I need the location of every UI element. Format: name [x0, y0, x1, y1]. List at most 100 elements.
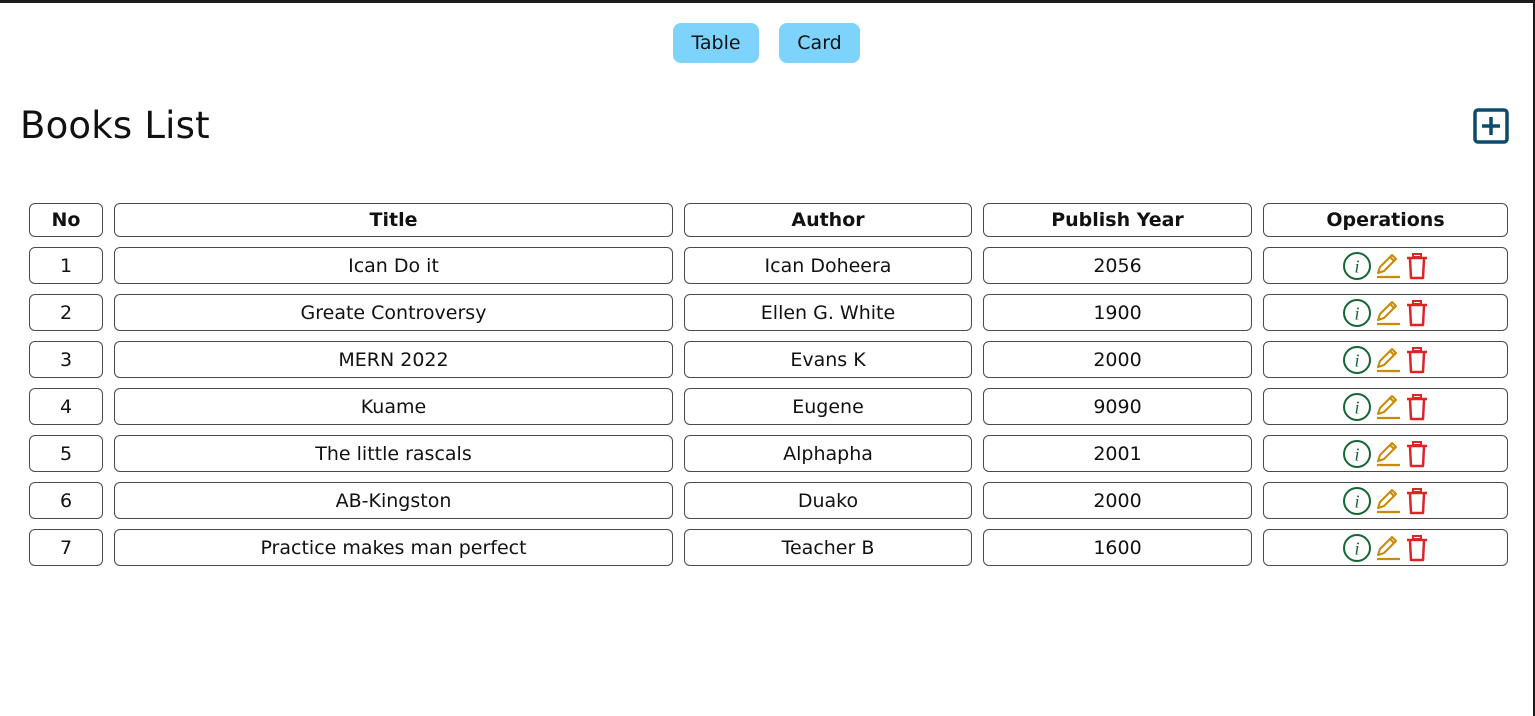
table-header-row: No Title Author Publish Year Operations	[29, 203, 1508, 237]
table-row: 1 Ican Do it Ican Doheera 2056 i	[29, 247, 1508, 284]
operations-group: i	[1264, 298, 1507, 328]
plus-square-icon	[1473, 108, 1509, 144]
pencil-icon	[1376, 300, 1400, 325]
card-view-button[interactable]: Card	[779, 23, 860, 63]
table-row: 7 Practice makes man perfect Teacher B 1600…	[29, 529, 1508, 566]
trash-icon	[1406, 252, 1427, 279]
operations-group: i	[1264, 439, 1507, 469]
edit-book-button[interactable]	[1374, 533, 1402, 563]
edit-book-button[interactable]	[1374, 298, 1402, 328]
info-circle-icon: i	[1342, 298, 1371, 327]
cell-operations: i	[1263, 482, 1508, 519]
edit-book-button[interactable]	[1374, 251, 1402, 281]
cell-operations: i	[1263, 529, 1508, 566]
cell-no: 5	[29, 435, 103, 472]
operations-group: i	[1264, 533, 1507, 563]
info-circle-icon: i	[1342, 392, 1371, 421]
delete-book-button[interactable]	[1404, 298, 1430, 328]
header-author: Author	[684, 203, 972, 237]
show-details-button[interactable]: i	[1342, 486, 1372, 516]
cell-operations: i	[1263, 294, 1508, 331]
header-operations: Operations	[1263, 203, 1508, 237]
info-circle-icon: i	[1342, 533, 1371, 562]
cell-title: Ican Do it	[114, 247, 673, 284]
edit-book-button[interactable]	[1374, 392, 1402, 422]
delete-book-button[interactable]	[1404, 345, 1430, 375]
operations-group: i	[1264, 345, 1507, 375]
operations-group: i	[1264, 392, 1507, 422]
pencil-icon	[1376, 535, 1400, 560]
cell-publish-year: 2000	[983, 341, 1252, 378]
cell-title: AB-Kingston	[114, 482, 673, 519]
cell-operations: i	[1263, 435, 1508, 472]
header-no: No	[29, 203, 103, 237]
books-table: No Title Author Publish Year Operations …	[18, 193, 1519, 576]
delete-book-button[interactable]	[1404, 439, 1430, 469]
cell-author: Duako	[684, 482, 972, 519]
trash-icon	[1406, 393, 1427, 420]
svg-text:i: i	[1354, 397, 1359, 417]
pencil-icon	[1376, 253, 1400, 278]
cell-title: Practice makes man perfect	[114, 529, 673, 566]
show-details-button[interactable]: i	[1342, 251, 1372, 281]
header-title: Title	[114, 203, 673, 237]
cell-no: 3	[29, 341, 103, 378]
table-row: 5 The little rascals Alphapha 2001 i	[29, 435, 1508, 472]
cell-operations: i	[1263, 388, 1508, 425]
header-publish-year: Publish Year	[983, 203, 1252, 237]
show-details-button[interactable]: i	[1342, 439, 1372, 469]
cell-no: 1	[29, 247, 103, 284]
cell-no: 2	[29, 294, 103, 331]
info-circle-icon: i	[1342, 439, 1371, 468]
show-details-button[interactable]: i	[1342, 533, 1372, 563]
cell-author: Ellen G. White	[684, 294, 972, 331]
top-border	[0, 0, 1535, 3]
edit-book-button[interactable]	[1374, 345, 1402, 375]
table-row: 2 Greate Controversy Ellen G. White 1900 i	[29, 294, 1508, 331]
edit-book-button[interactable]	[1374, 486, 1402, 516]
cell-publish-year: 1600	[983, 529, 1252, 566]
cell-no: 7	[29, 529, 103, 566]
table-row: 3 MERN 2022 Evans K 2000 i	[29, 341, 1508, 378]
pencil-icon	[1376, 347, 1400, 372]
add-book-button[interactable]	[1473, 108, 1509, 144]
cell-title: Kuame	[114, 388, 673, 425]
cell-publish-year: 2000	[983, 482, 1252, 519]
trash-icon	[1406, 440, 1427, 467]
delete-book-button[interactable]	[1404, 392, 1430, 422]
pencil-icon	[1376, 488, 1400, 513]
cell-author: Teacher B	[684, 529, 972, 566]
edit-book-button[interactable]	[1374, 439, 1402, 469]
operations-group: i	[1264, 486, 1507, 516]
operations-group: i	[1264, 251, 1507, 281]
cell-author: Eugene	[684, 388, 972, 425]
svg-text:i: i	[1354, 350, 1359, 370]
page-title: Books List	[20, 104, 210, 147]
show-details-button[interactable]: i	[1342, 298, 1372, 328]
delete-book-button[interactable]	[1404, 251, 1430, 281]
cell-author: Alphapha	[684, 435, 972, 472]
cell-author: Evans K	[684, 341, 972, 378]
table-row: 4 Kuame Eugene 9090 i	[29, 388, 1508, 425]
delete-book-button[interactable]	[1404, 486, 1430, 516]
cell-author: Ican Doheera	[684, 247, 972, 284]
view-toggle: Table Card	[673, 23, 860, 63]
cell-no: 4	[29, 388, 103, 425]
cell-operations: i	[1263, 341, 1508, 378]
trash-icon	[1406, 299, 1427, 326]
svg-text:i: i	[1354, 256, 1359, 276]
svg-text:i: i	[1354, 303, 1359, 323]
cell-title: Greate Controversy	[114, 294, 673, 331]
cell-publish-year: 1900	[983, 294, 1252, 331]
cell-title: MERN 2022	[114, 341, 673, 378]
table-view-button[interactable]: Table	[673, 23, 759, 63]
trash-icon	[1406, 487, 1427, 514]
trash-icon	[1406, 346, 1427, 373]
show-details-button[interactable]: i	[1342, 345, 1372, 375]
show-details-button[interactable]: i	[1342, 392, 1372, 422]
cell-no: 6	[29, 482, 103, 519]
table-row: 6 AB-Kingston Duako 2000 i	[29, 482, 1508, 519]
trash-icon	[1406, 534, 1427, 561]
delete-book-button[interactable]	[1404, 533, 1430, 563]
cell-title: The little rascals	[114, 435, 673, 472]
